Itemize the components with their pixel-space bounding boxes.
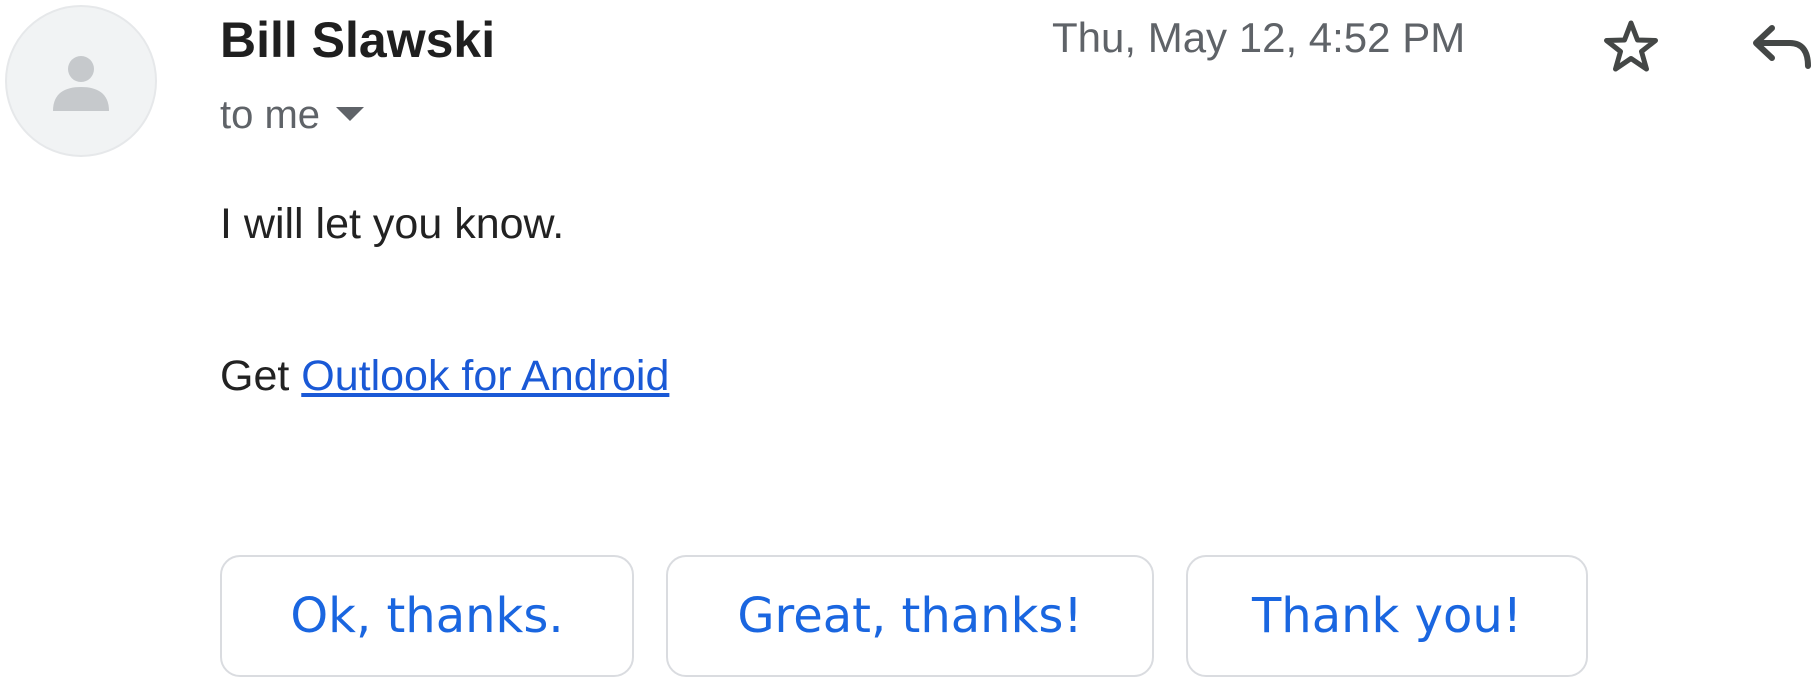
smart-reply-thank-you[interactable]: Thank you! bbox=[1186, 555, 1588, 677]
recipient-details-toggle[interactable]: to me bbox=[220, 92, 365, 138]
message-body-text: I will let you know. bbox=[220, 200, 565, 248]
reply-button[interactable] bbox=[1745, 12, 1817, 82]
star-button[interactable] bbox=[1596, 12, 1666, 82]
caret-down-icon bbox=[336, 107, 365, 121]
star-outline-icon bbox=[1604, 20, 1658, 72]
sender-avatar bbox=[5, 5, 157, 157]
reply-arrow-icon bbox=[1753, 25, 1811, 69]
smart-reply-great-thanks[interactable]: Great, thanks! bbox=[666, 555, 1154, 677]
default-person-icon bbox=[53, 56, 109, 111]
recipient-label: to me bbox=[220, 93, 321, 137]
smart-reply-ok-thanks[interactable]: Ok, thanks. bbox=[220, 555, 634, 677]
outlook-for-android-link[interactable]: Outlook for Android bbox=[301, 352, 669, 400]
message-timestamp: Thu, May 12, 4:52 PM bbox=[1052, 14, 1466, 61]
sender-name[interactable]: Bill Slawski bbox=[220, 12, 495, 70]
signature-prefix: Get bbox=[220, 352, 290, 400]
message-signature: Get Outlook for Android bbox=[220, 352, 669, 401]
